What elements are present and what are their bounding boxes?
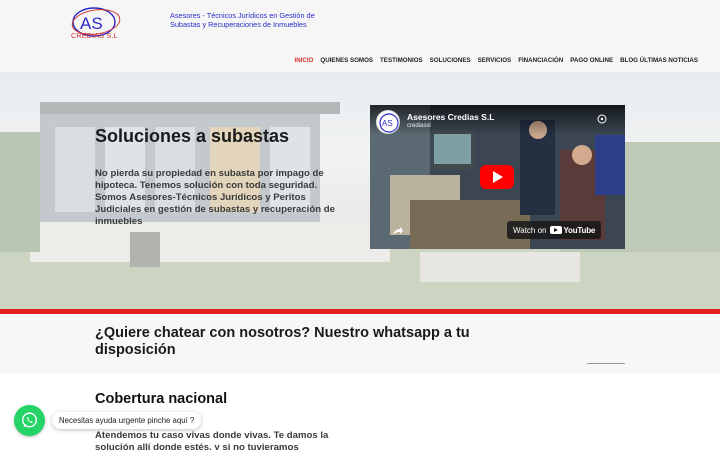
youtube-video-embed[interactable]: AS Asesores Credias S.L crediassl Watch …: [370, 105, 625, 249]
logo-letters: AS: [80, 14, 103, 33]
section-divider: [587, 363, 625, 364]
nav-item-pago-online[interactable]: PAGO ONLINE: [570, 57, 613, 64]
chat-title: ¿Quiere chatear con nosotros? Nuestro wh…: [95, 325, 470, 358]
youtube-logo: YouTube: [549, 225, 596, 235]
hero-text: No pierda su propiedad en subasta por im…: [95, 168, 335, 227]
coverage-text: Atendemos tu caso vivas donde vivas. Te …: [95, 430, 329, 450]
watch-on-label: Watch on: [513, 225, 547, 235]
watch-on-youtube-button[interactable]: Watch on YouTube: [507, 221, 602, 239]
logo-subtitle: CREDIAS S.L: [71, 33, 118, 40]
site-tagline: Asesores - Técnicos Jurídicos en Gestión…: [170, 11, 315, 30]
video-title[interactable]: Asesores Credias S.L: [407, 112, 494, 122]
coverage-title: Cobertura nacional: [95, 391, 228, 407]
chat-section: ¿Quiere chatear con nosotros? Nuestro wh…: [0, 314, 720, 373]
nav-item-servicios[interactable]: SERVICIOS: [478, 57, 512, 64]
share-icon[interactable]: [392, 226, 404, 236]
nav-item-financiacion[interactable]: FINANCIACIÓN: [518, 57, 563, 64]
hero-section: Soluciones a subastas No pierda su propi…: [0, 72, 720, 310]
site-header: AS CREDIAS S.L Asesores - Técnicos Juríd…: [0, 0, 720, 72]
nav-item-testimonios[interactable]: TESTIMONIOS: [380, 57, 423, 64]
video-channel[interactable]: crediassl: [407, 123, 431, 129]
hero-title: Soluciones a subastas: [95, 126, 290, 146]
svg-text:AS: AS: [382, 119, 393, 128]
youtube-word: YouTube: [563, 225, 596, 235]
nav-item-inicio[interactable]: INICIO: [295, 57, 314, 64]
video-more-icon[interactable]: [597, 114, 607, 124]
whatsapp-button[interactable]: [14, 405, 45, 436]
page: AS CREDIAS S.L Asesores - Técnicos Juríd…: [0, 0, 720, 450]
youtube-play-icon: [549, 226, 562, 234]
play-icon[interactable]: [480, 165, 514, 189]
nav-item-quienes-somos[interactable]: QUIENES SOMOS: [320, 57, 373, 64]
whatsapp-help-bubble[interactable]: Necesitas ayuda urgente pinche aquí ?: [52, 412, 202, 429]
channel-avatar[interactable]: AS: [376, 110, 400, 134]
nav-item-blog[interactable]: BLOG ÚLTIMAS NOTICIAS: [620, 57, 698, 64]
main-nav: INICIO QUIENES SOMOS TESTIMONIOS SOLUCIO…: [295, 57, 699, 64]
nav-item-soluciones[interactable]: SOLUCIONES: [430, 57, 471, 64]
whatsapp-bubble-text: Necesitas ayuda urgente pinche aquí ?: [59, 416, 195, 425]
whatsapp-icon: [21, 412, 38, 428]
